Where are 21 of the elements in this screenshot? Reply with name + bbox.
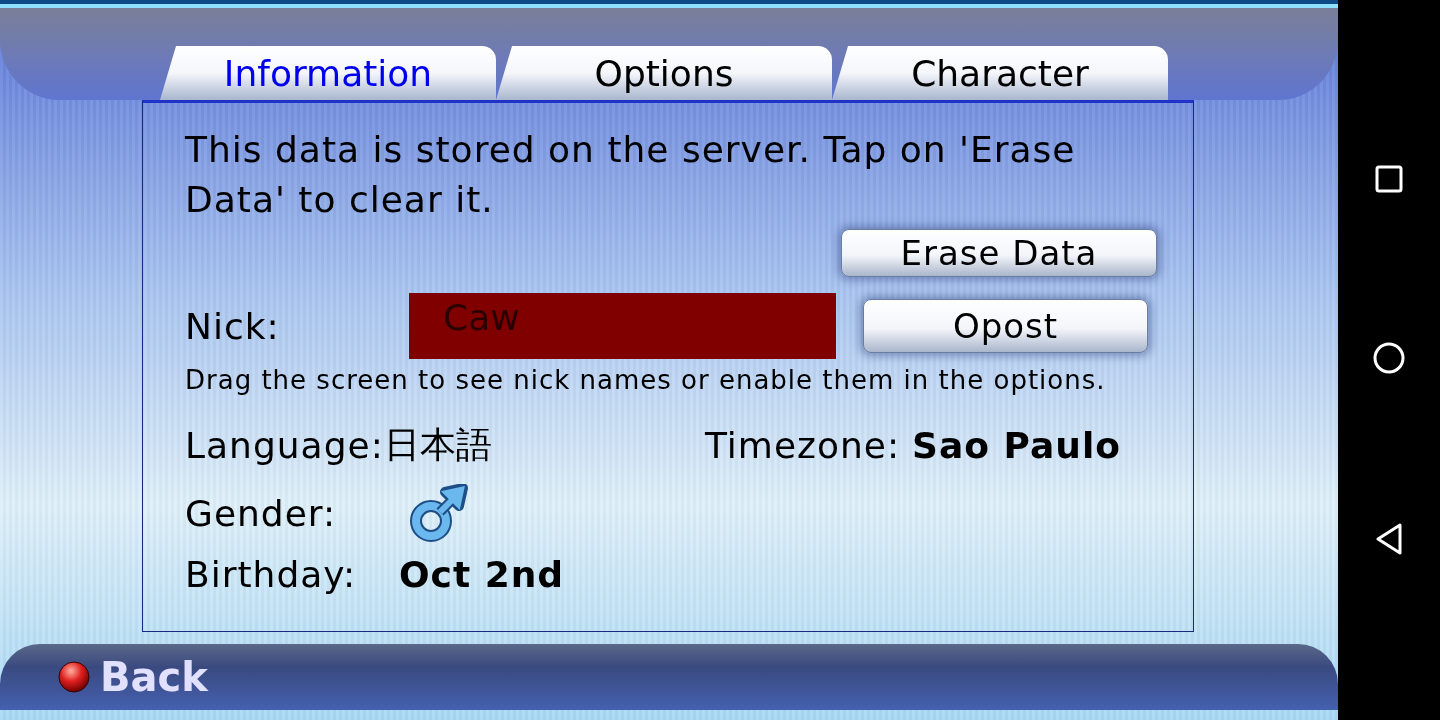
language-label: Language: [185, 425, 384, 466]
nick-label: Nick: [185, 305, 281, 347]
back-button[interactable]: Back [100, 654, 208, 700]
gender-label: Gender: [185, 492, 338, 534]
recents-icon[interactable] [1375, 164, 1403, 193]
tab[interactable]: Options [496, 46, 832, 100]
language-value: 日本語 [383, 423, 492, 467]
birthday-label: Birthday: [185, 554, 358, 595]
timezone-label: Timezone: [704, 425, 901, 466]
birthday-value: Oct 2nd [399, 554, 565, 595]
tab[interactable]: Character [832, 46, 1168, 100]
timezone-value: Sao Paulo [912, 425, 1121, 466]
post-button[interactable]: Opost [863, 299, 1148, 353]
intro-text: This data is stored on the server. Tap on 'Erase Data' to clear it. [185, 128, 1077, 222]
tab[interactable]: Information [160, 46, 496, 100]
hint-text: Drag the screen to see nick names or enable them in the options. [185, 365, 1107, 395]
male-symbol-icon [409, 484, 469, 542]
record-button-icon [58, 661, 90, 693]
erase-data-button[interactable]: Erase Data [841, 229, 1157, 277]
home-icon[interactable] [1373, 342, 1405, 374]
back-icon[interactable] [1375, 523, 1403, 556]
